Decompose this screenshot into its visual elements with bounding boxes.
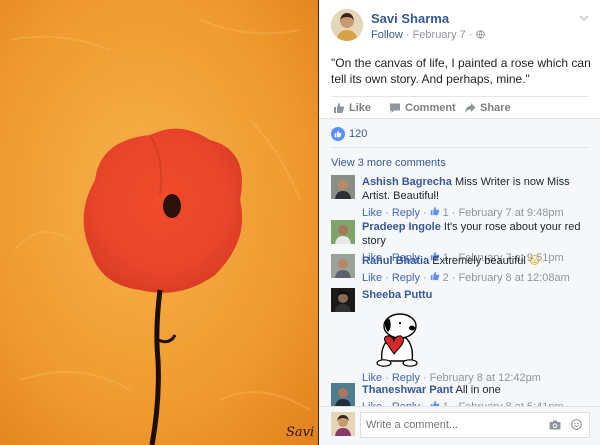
author-avatar[interactable]	[331, 9, 363, 41]
globe-icon	[475, 29, 485, 41]
composer-icons	[549, 419, 582, 433]
post-photo[interactable]: Savi	[0, 0, 318, 445]
post-text: "On the canvas of life, I painted a rose…	[331, 56, 591, 86]
commenter-avatar[interactable]	[331, 288, 355, 312]
comment-reply-link[interactable]: Reply	[392, 206, 420, 220]
commenter-name[interactable]: Pradeep Ingole	[362, 221, 441, 233]
post-header: Savi Sharma Follow · February 7 ·	[331, 9, 589, 45]
comment-like-count[interactable]: 1	[443, 206, 449, 220]
commenter-name[interactable]: Thaneshwar Pant	[362, 384, 453, 396]
smile-emoji-icon: ☺	[528, 254, 541, 267]
like-reaction-icon	[331, 127, 345, 141]
like-count-icon	[430, 206, 440, 220]
follow-link[interactable]: Follow	[371, 29, 403, 41]
poppy-painting	[0, 0, 318, 445]
like-button[interactable]: Like	[333, 102, 371, 114]
comments-area: 120 View 3 more comments Ashish Bagrecha…	[319, 118, 600, 418]
commenter-avatar[interactable]	[331, 220, 355, 244]
post-date[interactable]: February 7	[413, 29, 466, 41]
comment-button[interactable]: Comment	[389, 102, 456, 114]
commenter-avatar[interactable]	[331, 383, 355, 407]
comment-footer: Like · Reply · 1 · February 7 at 9:48pm	[362, 206, 564, 220]
commenter-name[interactable]: Ashish Bagrecha	[362, 176, 452, 188]
reaction-count: 120	[349, 128, 368, 140]
post-actions: Like Comment Share	[331, 96, 589, 118]
reaction-summary[interactable]: 120	[331, 127, 367, 141]
share-button[interactable]: Share	[464, 102, 511, 114]
chevron-down-icon[interactable]	[579, 11, 589, 25]
view-more-comments-link[interactable]: View 3 more comments	[331, 157, 446, 169]
like-icon	[333, 102, 345, 114]
comment-like-link[interactable]: Like	[362, 206, 382, 220]
share-icon	[464, 102, 476, 114]
sticker-icon[interactable]	[571, 419, 582, 433]
comment-like-count[interactable]: 2	[443, 271, 449, 285]
current-user-avatar	[331, 412, 355, 436]
post-meta: Follow · February 7 ·	[371, 29, 485, 41]
comment-composer	[319, 406, 600, 445]
commenter-name[interactable]: Rahul Bhatia	[362, 255, 429, 267]
commenter-name[interactable]: Sheeba Puttu	[362, 289, 432, 301]
comment-like-link[interactable]: Like	[362, 271, 382, 285]
author-name[interactable]: Savi Sharma	[371, 11, 449, 26]
painting-signature: Savi	[286, 425, 315, 440]
like-count-icon	[430, 271, 440, 285]
comment-time[interactable]: February 7 at 9:48pm	[458, 206, 563, 220]
camera-icon[interactable]	[549, 419, 561, 433]
divider	[331, 147, 589, 148]
comment-text: All in one	[455, 384, 501, 396]
comment-icon	[389, 102, 401, 114]
comment-reply-link[interactable]: Reply	[392, 271, 420, 285]
commenter-avatar[interactable]	[331, 175, 355, 199]
post-panel: Savi Sharma Follow · February 7 · "On th…	[319, 0, 600, 445]
sticker-image[interactable]	[362, 306, 432, 368]
comment-time[interactable]: February 8 at 12:08am	[458, 271, 569, 285]
commenter-avatar[interactable]	[331, 254, 355, 278]
comment-text: Extremely beautiful	[432, 255, 526, 267]
comment-footer: Like · Reply · 2 · February 8 at 12:08am	[362, 271, 570, 285]
